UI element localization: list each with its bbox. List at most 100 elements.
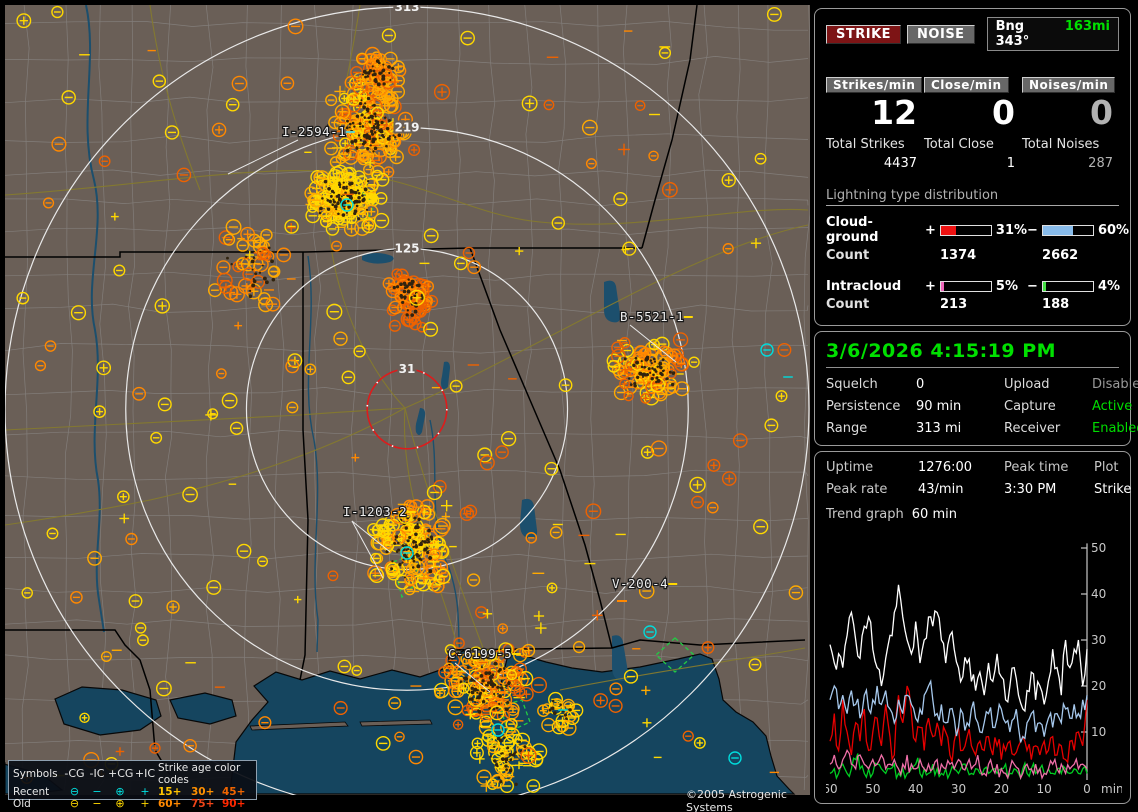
svg-text:10: 10: [1037, 782, 1052, 796]
map-canvas[interactable]: 31321912531I-2594-1B-5521-1I-1203-2V-200…: [5, 5, 810, 795]
trend-graph-label: Trend graph: [826, 507, 904, 522]
legend-age-title: Strike age color codes: [158, 762, 253, 786]
uptime-value: 1276:00: [918, 460, 1004, 475]
cg-positive-bar: [940, 225, 992, 236]
cg-count-label: Count: [826, 248, 925, 263]
noises-column: Noises/min 0 Total Noises 287: [1022, 77, 1119, 171]
svg-text:50: 50: [1091, 541, 1106, 555]
age-30: 30+: [191, 786, 222, 798]
ic-pos-old-icon: +: [132, 798, 158, 810]
plot-label: Plot: [1094, 460, 1131, 475]
legend-col-ic-neg: -IC: [86, 768, 108, 780]
age-60: 60+: [158, 798, 191, 810]
trend-panel: Uptime 1276:00 Peak time Plot Peak rate …: [814, 451, 1131, 804]
uptime-label: Uptime: [826, 460, 918, 475]
status-panel: 3/6/2026 4:15:19 PM Squelch 0 Upload Dis…: [814, 331, 1131, 446]
range-label: Range: [826, 421, 916, 436]
cg-negative-count: 2662: [1027, 248, 1129, 263]
age-90: 90+: [222, 798, 253, 810]
ic-positive-bar: [940, 281, 992, 292]
cg-positive-stat: + 31%: [925, 223, 1027, 238]
plus-sign: +: [925, 223, 936, 238]
svg-text:30: 30: [951, 782, 966, 796]
strike-toggle-button[interactable]: STRIKE: [826, 25, 901, 44]
trend-graph: 50403020106050403020100min: [826, 538, 1122, 800]
total-strikes-label: Total Strikes: [826, 137, 923, 152]
svg-text:60: 60: [826, 782, 838, 796]
cg-neg-old-icon: ⊖: [63, 798, 86, 810]
ic-negative-bar: [1042, 281, 1094, 292]
upload-label: Upload: [1004, 377, 1092, 392]
peak-rate-label: Peak rate: [826, 482, 918, 497]
cg-positive-pct: 31%: [996, 223, 1027, 238]
legend-col-cg-neg: -CG: [63, 768, 86, 780]
svg-text:40: 40: [908, 782, 923, 796]
cloud-ground-label: Cloud-ground: [826, 215, 925, 245]
receiver-status: Enabled: [1092, 421, 1138, 436]
ic-count-label: Count: [826, 297, 925, 312]
ic-negative-pct: 4%: [1098, 279, 1120, 294]
svg-text:31: 31: [399, 362, 416, 376]
nexstorm-app: { "header": { "strike_button": "STRIKE",…: [0, 0, 1138, 812]
svg-text:20: 20: [1091, 679, 1106, 693]
minus-sign: −: [1027, 223, 1038, 238]
squelch-label: Squelch: [826, 377, 916, 392]
receiver-label: Receiver: [1004, 421, 1092, 436]
noises-per-min-value: 0: [1022, 95, 1119, 131]
persistence-value: 90 min: [916, 399, 1004, 414]
cg-negative-bar: [1042, 225, 1094, 236]
bearing-distance: 163mi: [1065, 19, 1110, 49]
legend-recent-label: Recent: [13, 786, 63, 798]
datetime-display: 3/6/2026 4:15:19 PM: [826, 340, 1119, 362]
noises-per-min-button[interactable]: Noises/min: [1022, 77, 1115, 93]
persistence-label: Persistence: [826, 399, 916, 414]
cg-negative-pct: 60%: [1098, 223, 1129, 238]
strikes-per-min-button[interactable]: Strikes/min: [826, 77, 922, 93]
intracloud-label: Intracloud: [826, 279, 925, 294]
bearing-readout: Bng 343° 163mi: [987, 17, 1119, 51]
legend-col-ic-pos: +IC: [132, 768, 158, 780]
svg-text:C-6199-5: C-6199-5: [448, 646, 512, 661]
stats-panel: STRIKE NOISE Bng 343° 163mi Strikes/min …: [814, 8, 1131, 326]
total-close-value: 1: [924, 156, 1021, 171]
age-75: 75+: [191, 798, 222, 810]
svg-text:0: 0: [1083, 782, 1091, 796]
copyright-text: ©2005 Astrogenic Systems: [686, 788, 812, 812]
close-per-min-value: 0: [924, 95, 1021, 131]
total-noises-value: 287: [1022, 156, 1119, 171]
peak-time-value: 3:30 PM: [1004, 482, 1094, 497]
distribution-title: Lightning type distribution: [826, 188, 1119, 206]
svg-text:I-1203-2: I-1203-2: [343, 504, 407, 519]
svg-text:I-2594-1: I-2594-1: [282, 124, 346, 139]
ic-positive-stat: + 5%: [925, 279, 1027, 294]
squelch-value: 0: [916, 377, 1004, 392]
legend-recent-row: Recent ⊖ − ⊕ + 15+ 30+ 45+: [13, 786, 252, 798]
ic-negative-count: 188: [1027, 297, 1129, 312]
svg-text:219: 219: [394, 121, 419, 135]
age-15: 15+: [158, 786, 191, 798]
capture-status: Active: [1092, 399, 1138, 414]
close-column: Close/min 0 Total Close 1: [924, 77, 1021, 171]
cg-pos-old-icon: ⊕: [108, 798, 132, 810]
age-45: 45+: [222, 786, 253, 798]
svg-text:313: 313: [394, 5, 419, 14]
strikes-per-min-value: 12: [826, 95, 923, 131]
bearing-label: Bng 343°: [996, 19, 1053, 49]
svg-text:V-200-4: V-200-4: [612, 576, 668, 591]
plus-sign: +: [925, 279, 936, 294]
plot-mode-value: Strike: [1094, 482, 1131, 497]
trend-window-value: 60 min: [912, 507, 957, 522]
cg-negative-stat: − 60%: [1027, 223, 1129, 238]
close-per-min-button[interactable]: Close/min: [924, 77, 1009, 93]
ic-negative-stat: − 4%: [1027, 279, 1129, 294]
ic-neg-old-icon: −: [86, 798, 108, 810]
ic-positive-pct: 5%: [996, 279, 1018, 294]
noise-toggle-button[interactable]: NOISE: [907, 25, 975, 44]
total-close-label: Total Close: [924, 137, 1021, 152]
ic-positive-count: 213: [925, 297, 1027, 312]
total-noises-label: Total Noises: [1022, 137, 1119, 152]
legend-old-label: Old: [13, 798, 63, 810]
lightning-map[interactable]: 31321912531I-2594-1B-5521-1I-1203-2V-200…: [0, 0, 812, 795]
capture-label: Capture: [1004, 399, 1092, 414]
svg-text:10: 10: [1091, 725, 1106, 739]
